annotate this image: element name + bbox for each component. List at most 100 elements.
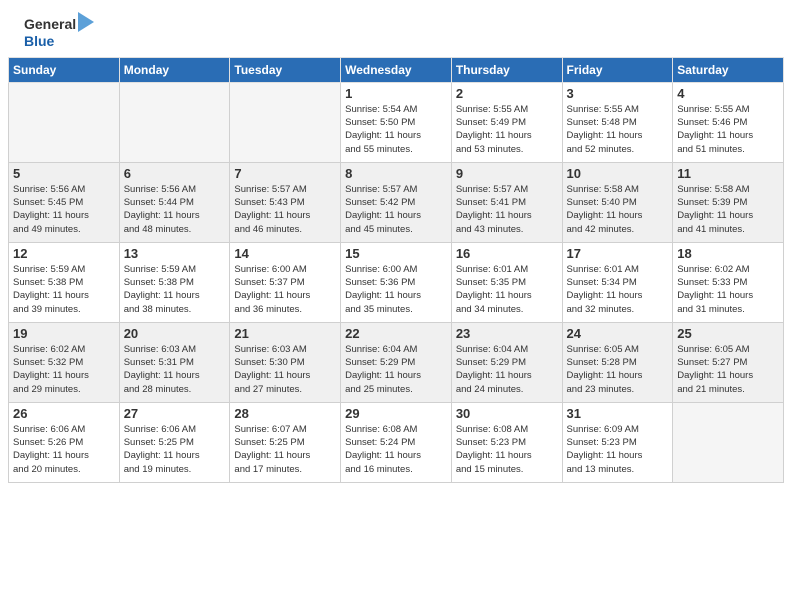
calendar-cell: 18Sunrise: 6:02 AMSunset: 5:33 PMDayligh… [673, 242, 784, 322]
day-info: Sunrise: 6:09 AMSunset: 5:23 PMDaylight:… [567, 423, 669, 476]
calendar-cell: 5 Sunrise: 5:56 AMSunset: 5:45 PMDaylight… [9, 162, 120, 242]
day-info: Sunrise: 6:07 AMSunset: 5:25 PMDaylight:… [234, 423, 336, 476]
calendar-cell: 2 Sunrise: 5:55 AMSunset: 5:49 PMDaylight… [451, 82, 562, 162]
calendar-cell: 14 Sunrise: 6:00 AMSunset: 5:37 PMDayligh… [230, 242, 341, 322]
calendar-cell: 20 Sunrise: 6:03 AMSunset: 5:31 PMDayligh… [119, 322, 230, 402]
calendar-cell: 13 Sunrise: 5:59 AMSunset: 5:38 PMDayligh… [119, 242, 230, 322]
day-number: 24 [567, 326, 669, 341]
day-info: Sunrise: 5:55 AMSunset: 5:48 PMDaylight:… [567, 103, 669, 156]
calendar-cell: 23 Sunrise: 6:04 AMSunset: 5:29 PMDayligh… [451, 322, 562, 402]
day-number: 13 [124, 246, 226, 261]
calendar-cell: 22 Sunrise: 6:04 AMSunset: 5:29 PMDayligh… [341, 322, 452, 402]
day-header-thursday: Thursday [451, 57, 562, 82]
day-number: 11 [677, 166, 779, 181]
day-number: 26 [13, 406, 115, 421]
day-number: 27 [124, 406, 226, 421]
calendar-table: SundayMondayTuesdayWednesdayThursdayFrid… [8, 57, 784, 483]
day-header-monday: Monday [119, 57, 230, 82]
calendar-cell: 29 Sunrise: 6:08 AMSunset: 5:24 PMDayligh… [341, 402, 452, 482]
day-number: 19 [13, 326, 115, 341]
day-number: 31 [567, 406, 669, 421]
calendar-cell [673, 402, 784, 482]
day-number: 2 [456, 86, 558, 101]
calendar-week-row: 1 Sunrise: 5:54 AMSunset: 5:50 PMDaylight… [9, 82, 784, 162]
calendar-cell: 15 Sunrise: 6:00 AMSunset: 5:36 PMDayligh… [341, 242, 452, 322]
logo-blue-text: Blue [24, 33, 94, 49]
calendar-cell: 31 Sunrise: 6:09 AMSunset: 5:23 PMDayligh… [562, 402, 673, 482]
calendar-cell: 1 Sunrise: 5:54 AMSunset: 5:50 PMDaylight… [341, 82, 452, 162]
day-number: 18 [677, 246, 779, 261]
day-number: 16 [456, 246, 558, 261]
calendar-cell: 21 Sunrise: 6:03 AMSunset: 5:30 PMDayligh… [230, 322, 341, 402]
day-info: Sunrise: 6:04 AMSunset: 5:29 PMDaylight:… [456, 343, 558, 396]
day-info: Sunrise: 6:00 AMSunset: 5:37 PMDaylight:… [234, 263, 336, 316]
day-number: 9 [456, 166, 558, 181]
day-number: 23 [456, 326, 558, 341]
calendar-cell [119, 82, 230, 162]
calendar-cell: 7Sunrise: 5:57 AMSunset: 5:43 PMDaylight… [230, 162, 341, 242]
day-number: 30 [456, 406, 558, 421]
calendar-week-row: 12 Sunrise: 5:59 AMSunset: 5:38 PMDayligh… [9, 242, 784, 322]
day-info: Sunrise: 6:03 AMSunset: 5:30 PMDaylight:… [234, 343, 336, 396]
calendar-cell: 26Sunrise: 6:06 AMSunset: 5:26 PMDayligh… [9, 402, 120, 482]
day-info: Sunrise: 5:58 AMSunset: 5:40 PMDaylight:… [567, 183, 669, 236]
day-number: 4 [677, 86, 779, 101]
calendar-cell: 25 Sunrise: 6:05 AMSunset: 5:27 PMDayligh… [673, 322, 784, 402]
day-number: 3 [567, 86, 669, 101]
day-header-wednesday: Wednesday [341, 57, 452, 82]
day-info: Sunrise: 5:56 AMSunset: 5:45 PMDaylight:… [13, 183, 115, 236]
calendar-cell: 28 Sunrise: 6:07 AMSunset: 5:25 PMDayligh… [230, 402, 341, 482]
calendar-cell [230, 82, 341, 162]
calendar-week-row: 19Sunrise: 6:02 AMSunset: 5:32 PMDayligh… [9, 322, 784, 402]
day-info: Sunrise: 5:59 AMSunset: 5:38 PMDaylight:… [124, 263, 226, 316]
day-number: 14 [234, 246, 336, 261]
calendar-cell: 27 Sunrise: 6:06 AMSunset: 5:25 PMDayligh… [119, 402, 230, 482]
day-info: Sunrise: 5:57 AMSunset: 5:41 PMDaylight:… [456, 183, 558, 236]
day-number: 21 [234, 326, 336, 341]
day-number: 10 [567, 166, 669, 181]
day-info: Sunrise: 6:08 AMSunset: 5:24 PMDaylight:… [345, 423, 447, 476]
day-number: 22 [345, 326, 447, 341]
day-number: 25 [677, 326, 779, 341]
day-header-friday: Friday [562, 57, 673, 82]
calendar-cell: 8 Sunrise: 5:57 AMSunset: 5:42 PMDaylight… [341, 162, 452, 242]
calendar-cell [9, 82, 120, 162]
day-info: Sunrise: 6:03 AMSunset: 5:31 PMDaylight:… [124, 343, 226, 396]
calendar-cell: 9 Sunrise: 5:57 AMSunset: 5:41 PMDaylight… [451, 162, 562, 242]
day-info: Sunrise: 5:57 AMSunset: 5:42 PMDaylight:… [345, 183, 447, 236]
logo-arrow-icon [78, 12, 94, 32]
day-header-saturday: Saturday [673, 57, 784, 82]
calendar-cell: 24Sunrise: 6:05 AMSunset: 5:28 PMDayligh… [562, 322, 673, 402]
day-info: Sunrise: 5:55 AMSunset: 5:46 PMDaylight:… [677, 103, 779, 156]
day-number: 12 [13, 246, 115, 261]
day-info: Sunrise: 5:54 AMSunset: 5:50 PMDaylight:… [345, 103, 447, 156]
day-info: Sunrise: 6:01 AMSunset: 5:35 PMDaylight:… [456, 263, 558, 316]
day-number: 28 [234, 406, 336, 421]
day-number: 8 [345, 166, 447, 181]
day-info: Sunrise: 6:05 AMSunset: 5:27 PMDaylight:… [677, 343, 779, 396]
logo-text: General [24, 16, 76, 33]
day-number: 1 [345, 86, 447, 101]
day-number: 17 [567, 246, 669, 261]
calendar-week-row: 26Sunrise: 6:06 AMSunset: 5:26 PMDayligh… [9, 402, 784, 482]
calendar-cell: 6Sunrise: 5:56 AMSunset: 5:44 PMDaylight… [119, 162, 230, 242]
day-info: Sunrise: 5:58 AMSunset: 5:39 PMDaylight:… [677, 183, 779, 236]
day-info: Sunrise: 6:01 AMSunset: 5:34 PMDaylight:… [567, 263, 669, 316]
day-number: 29 [345, 406, 447, 421]
day-info: Sunrise: 5:57 AMSunset: 5:43 PMDaylight:… [234, 183, 336, 236]
calendar-cell: 4 Sunrise: 5:55 AMSunset: 5:46 PMDaylight… [673, 82, 784, 162]
calendar-cell: 11 Sunrise: 5:58 AMSunset: 5:39 PMDayligh… [673, 162, 784, 242]
calendar-header-row: SundayMondayTuesdayWednesdayThursdayFrid… [9, 57, 784, 82]
day-number: 20 [124, 326, 226, 341]
day-info: Sunrise: 6:00 AMSunset: 5:36 PMDaylight:… [345, 263, 447, 316]
day-number: 5 [13, 166, 115, 181]
calendar-cell: 3 Sunrise: 5:55 AMSunset: 5:48 PMDaylight… [562, 82, 673, 162]
day-info: Sunrise: 5:55 AMSunset: 5:49 PMDaylight:… [456, 103, 558, 156]
day-info: Sunrise: 6:08 AMSunset: 5:23 PMDaylight:… [456, 423, 558, 476]
page-header: General Blue [0, 0, 792, 57]
calendar-cell: 10 Sunrise: 5:58 AMSunset: 5:40 PMDayligh… [562, 162, 673, 242]
day-number: 6 [124, 166, 226, 181]
day-info: Sunrise: 6:04 AMSunset: 5:29 PMDaylight:… [345, 343, 447, 396]
day-info: Sunrise: 6:06 AMSunset: 5:25 PMDaylight:… [124, 423, 226, 476]
day-number: 15 [345, 246, 447, 261]
